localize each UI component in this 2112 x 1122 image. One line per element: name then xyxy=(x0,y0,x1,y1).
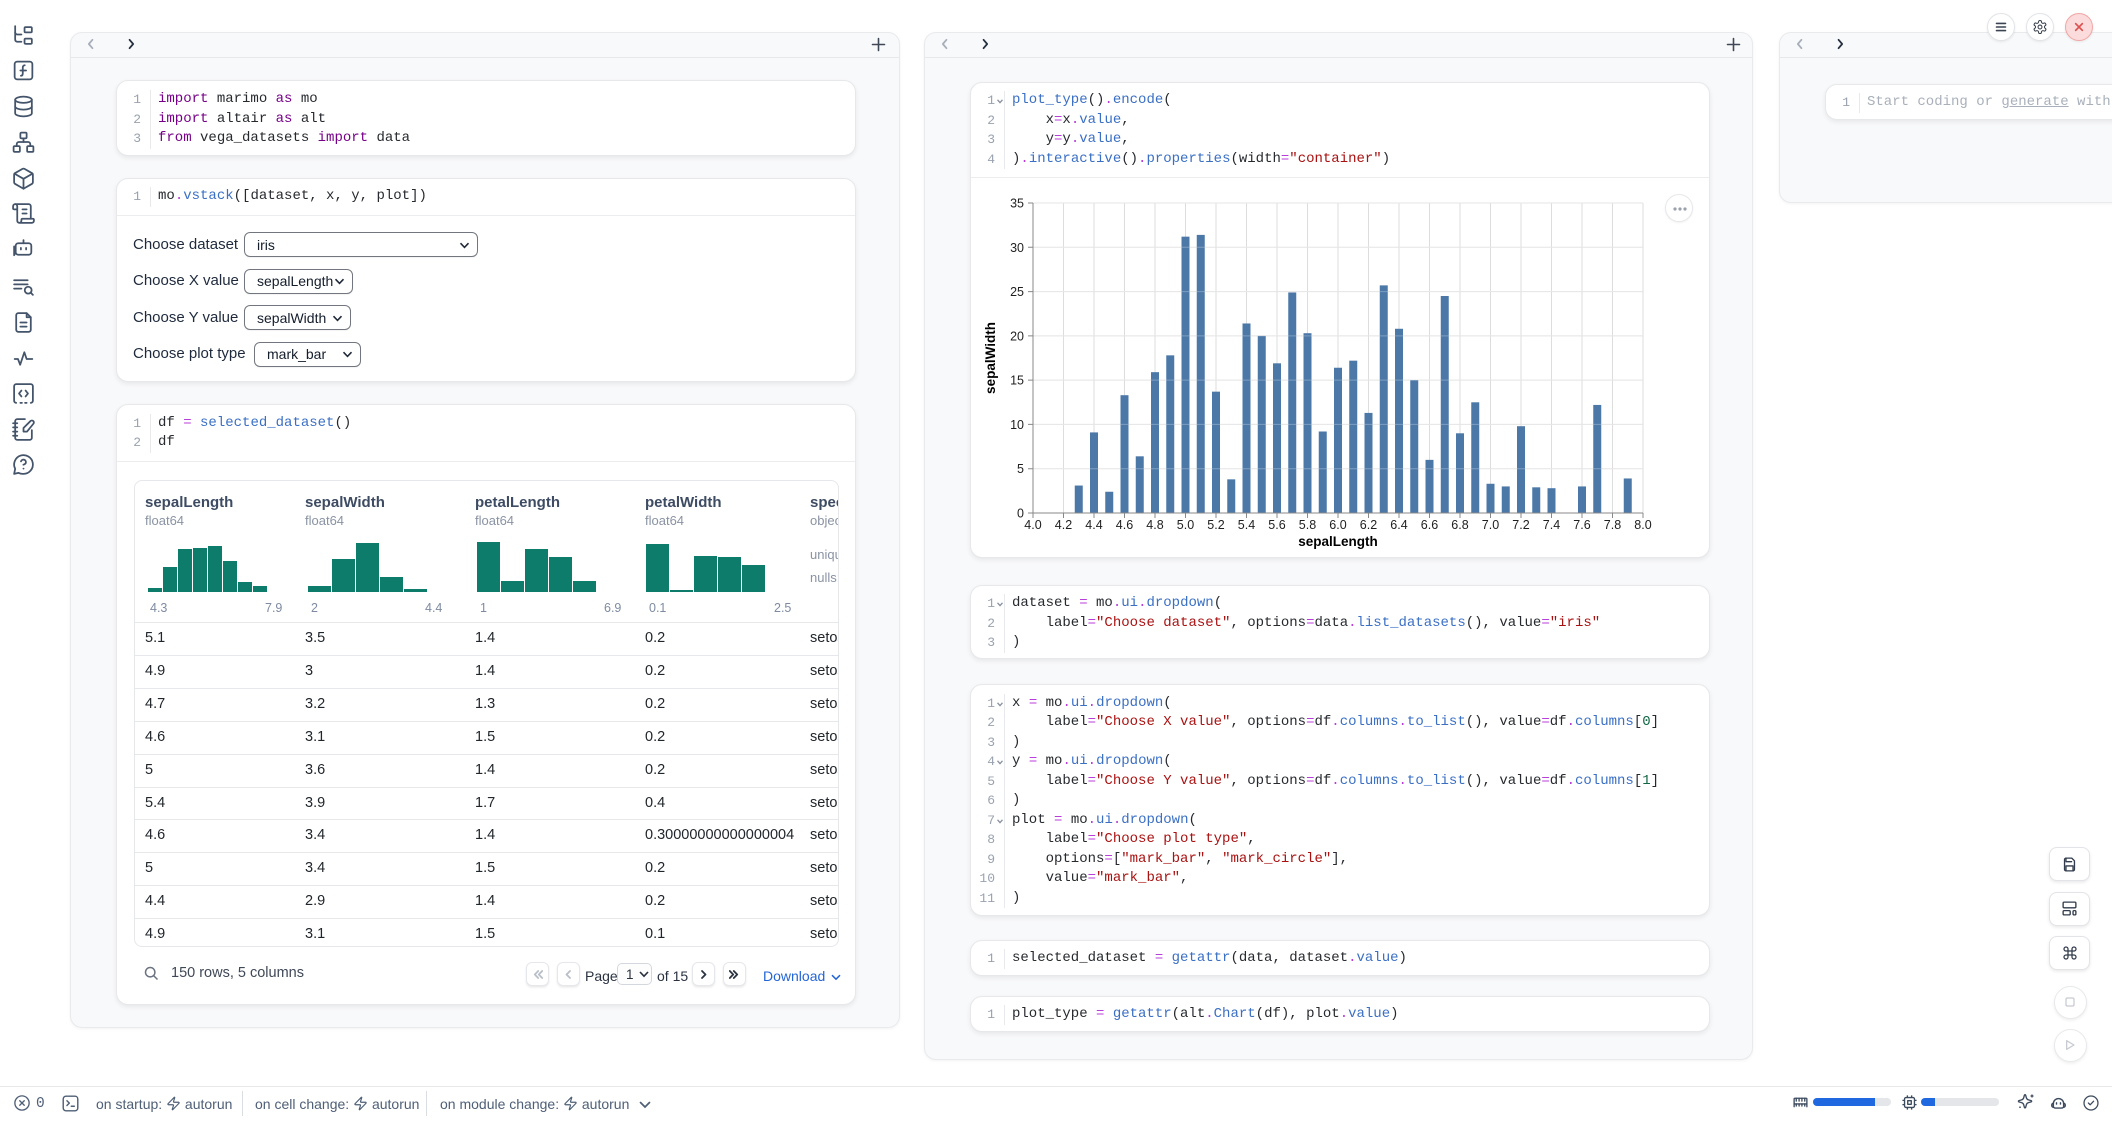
svg-text:4.6: 4.6 xyxy=(1116,518,1133,532)
svg-text:20: 20 xyxy=(1010,329,1024,343)
svg-text:35: 35 xyxy=(1010,197,1024,211)
svg-text:5.2: 5.2 xyxy=(1207,518,1224,532)
svg-text:6.6: 6.6 xyxy=(1421,518,1438,532)
svg-text:5: 5 xyxy=(1017,462,1024,476)
svg-text:5.4: 5.4 xyxy=(1238,518,1255,532)
svg-text:7.6: 7.6 xyxy=(1573,518,1590,532)
svg-text:6.4: 6.4 xyxy=(1390,518,1407,532)
svg-text:7.2: 7.2 xyxy=(1512,518,1529,532)
svg-text:0: 0 xyxy=(1017,507,1024,521)
svg-text:30: 30 xyxy=(1010,241,1024,255)
svg-text:7.8: 7.8 xyxy=(1604,518,1621,532)
svg-text:4.0: 4.0 xyxy=(1024,518,1041,532)
svg-text:25: 25 xyxy=(1010,285,1024,299)
svg-text:5.8: 5.8 xyxy=(1299,518,1316,532)
svg-text:8.0: 8.0 xyxy=(1634,518,1651,532)
svg-text:4.4: 4.4 xyxy=(1085,518,1102,532)
svg-text:4.8: 4.8 xyxy=(1146,518,1163,532)
svg-text:sepalLength: sepalLength xyxy=(1298,534,1378,549)
svg-text:sepalWidth: sepalWidth xyxy=(983,322,998,394)
svg-text:4.2: 4.2 xyxy=(1055,518,1072,532)
svg-text:5.6: 5.6 xyxy=(1268,518,1285,532)
svg-text:6.8: 6.8 xyxy=(1451,518,1468,532)
svg-text:5.0: 5.0 xyxy=(1177,518,1194,532)
svg-text:7.4: 7.4 xyxy=(1543,518,1560,532)
svg-text:6.2: 6.2 xyxy=(1360,518,1377,532)
svg-text:10: 10 xyxy=(1010,418,1024,432)
svg-text:7.0: 7.0 xyxy=(1482,518,1499,532)
svg-text:6.0: 6.0 xyxy=(1329,518,1346,532)
svg-text:15: 15 xyxy=(1010,374,1024,388)
